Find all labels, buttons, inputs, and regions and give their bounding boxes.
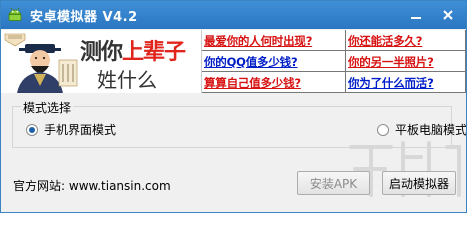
scholar-illustration	[1, 30, 81, 93]
emulator-window: 安卓模拟器 V4.2 测你上辈子 姓什么 最爱你的人何时出现? 你还能活多久? …	[0, 0, 467, 213]
ad-link-qq-value[interactable]: 你的QQ值多少钱?	[202, 51, 346, 72]
android-robot-icon	[8, 7, 22, 21]
ad-headline-part2: 上辈子	[122, 40, 186, 65]
ad-headline: 测你上辈子	[80, 34, 186, 66]
tablet-mode-radio[interactable]: 平板电脑模式	[377, 121, 466, 138]
mode-selection-group: 模式选择 手机界面模式 平板电脑模式	[12, 99, 466, 148]
minimize-button[interactable]	[400, 1, 431, 29]
ad-links: 最爱你的人何时出现? 你还能活多久? 你的QQ值多少钱? 你的另一半照片? 算算…	[202, 30, 466, 93]
ad-headline-part1: 测你	[80, 40, 123, 65]
ad-link-partner-photo[interactable]: 你的另一半照片?	[346, 51, 466, 72]
start-emulator-button[interactable]: 启动模拟器	[382, 171, 456, 195]
ad-link-self-value[interactable]: 算算自己值多少钱?	[202, 72, 346, 93]
minimize-icon	[410, 17, 421, 19]
window-title: 安卓模拟器 V4.2	[30, 10, 138, 25]
mode-legend: 模式选择	[21, 99, 74, 116]
ad-headline-line2: 姓什么	[97, 68, 157, 92]
ad-banner: 测你上辈子 姓什么 最爱你的人何时出现? 你还能活多久? 你的QQ值多少钱? 你…	[1, 30, 466, 93]
site-label: 官方网站:	[13, 179, 66, 193]
official-site: 官方网站: www.tiansin.com	[13, 177, 171, 194]
radio-selected-icon[interactable]	[26, 123, 38, 136]
title-bar[interactable]: 安卓模拟器 V4.2	[1, 1, 466, 29]
close-icon	[442, 10, 453, 20]
ad-link-purpose[interactable]: 你为了什么而活?	[346, 72, 466, 93]
site-url-link[interactable]: www.tiansin.com	[69, 179, 171, 193]
radio-unselected-icon[interactable]	[377, 123, 389, 136]
install-apk-button[interactable]: 安装APK	[297, 171, 370, 195]
ad-image[interactable]: 测你上辈子 姓什么	[1, 30, 202, 93]
ad-link-lifespan[interactable]: 你还能活多久?	[346, 30, 466, 51]
close-button[interactable]	[432, 1, 463, 29]
tablet-mode-label[interactable]: 平板电脑模式	[395, 121, 466, 138]
phone-mode-radio[interactable]: 手机界面模式	[26, 121, 116, 138]
phone-mode-label[interactable]: 手机界面模式	[44, 121, 116, 138]
ad-link-love[interactable]: 最爱你的人何时出现?	[202, 30, 346, 51]
